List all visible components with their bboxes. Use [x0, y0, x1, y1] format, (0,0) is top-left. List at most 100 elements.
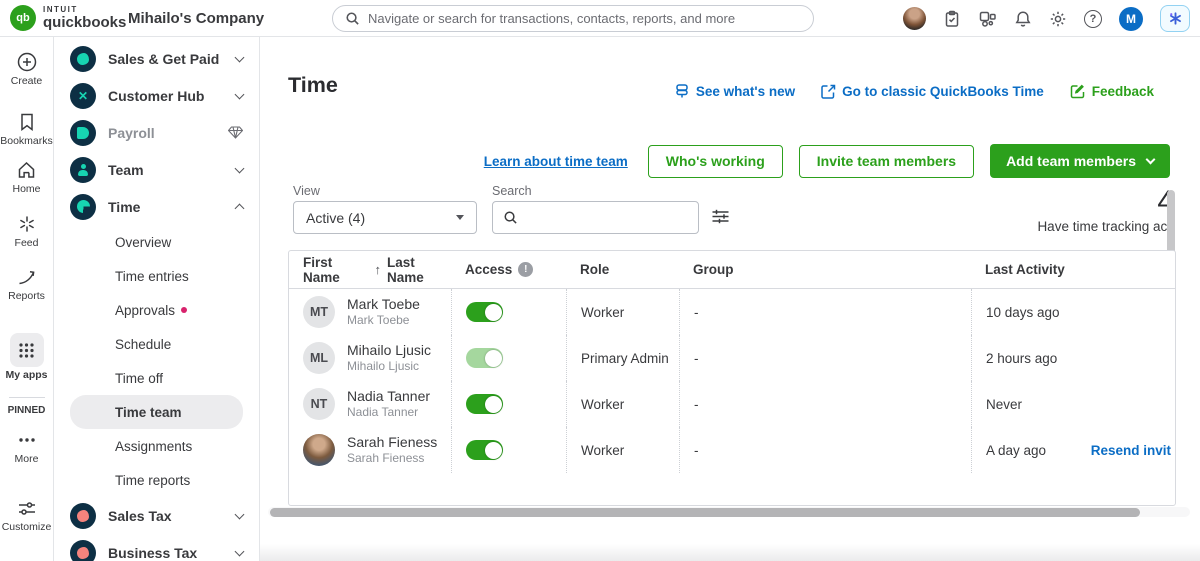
reports-chart-icon	[0, 266, 53, 288]
rail-item-create[interactable]: Create	[0, 51, 53, 87]
business-tax-icon	[70, 539, 96, 561]
go-to-classic-link[interactable]: Go to classic QuickBooks Time	[821, 84, 1044, 99]
horizontal-scrollbar-thumb[interactable]	[270, 507, 1140, 517]
sidebar-item-assignments[interactable]: Assignments	[54, 429, 259, 463]
horizontal-scrollbar-track[interactable]	[268, 507, 1190, 517]
member-subtitle: Nadia Tanner	[347, 405, 419, 420]
whats-new-icon	[674, 83, 690, 99]
sidebar-item-time-reports[interactable]: Time reports	[54, 463, 259, 497]
feedback-link[interactable]: Feedback	[1070, 83, 1154, 99]
more-dots-icon	[0, 429, 53, 451]
sidebar-item-time-off[interactable]: Time off	[54, 361, 259, 395]
global-search[interactable]	[332, 5, 814, 32]
sidebar-item-time[interactable]: Time	[54, 188, 259, 225]
sidebar-item-payroll[interactable]: Payroll	[54, 114, 259, 151]
sidebar-item-customer-hub[interactable]: ✕ Customer Hub	[54, 77, 259, 114]
table-search-input[interactable]	[526, 210, 688, 225]
feedback-pencil-icon	[1070, 83, 1086, 99]
premium-diamond-icon	[228, 126, 243, 139]
sidebar-item-overview[interactable]: Overview	[54, 225, 259, 259]
header-group: Group	[693, 262, 734, 277]
member-role: Worker	[566, 427, 679, 473]
sort-ascending-icon: ↑	[374, 262, 381, 277]
brand-intuit: INTUIT	[43, 5, 78, 14]
rail-item-bookmarks[interactable]: Bookmarks	[0, 111, 53, 147]
rail-item-customize[interactable]: Customize	[0, 497, 53, 533]
view-dropdown[interactable]: Active (4)	[293, 201, 477, 234]
account-avatar[interactable]: M	[1119, 6, 1143, 31]
quickbooks-logo[interactable]: qb INTUIT quickbooks	[10, 5, 126, 31]
sales-get-paid-icon	[70, 45, 96, 72]
resend-invite-link[interactable]: Resend invit	[1091, 443, 1171, 458]
access-toggle[interactable]	[466, 302, 503, 322]
top-bar: qb INTUIT quickbooks Mihailo's Company N…	[0, 0, 1200, 37]
member-name: Nadia Tanner	[347, 387, 431, 404]
table-row: NT Nadia Tanner Nadia Tanner Worker - Ne…	[289, 381, 1175, 427]
help-icon[interactable]: ?	[1084, 9, 1102, 28]
access-toggle[interactable]	[466, 348, 503, 368]
member-group: -	[679, 427, 971, 473]
settings-gear-icon[interactable]	[1049, 10, 1067, 28]
sidebar-item-time-entries[interactable]: Time entries	[54, 259, 259, 293]
last-activity: Never	[986, 396, 1023, 412]
chevron-up-icon	[234, 203, 245, 214]
dropdown-caret-icon	[456, 215, 464, 220]
rail-item-more[interactable]: More	[0, 429, 53, 465]
create-plus-icon	[0, 51, 53, 73]
learn-about-time-team-link[interactable]: Learn about time team	[484, 154, 628, 169]
filter-settings-icon[interactable]	[711, 208, 730, 225]
qb-logo-icon: qb	[10, 5, 36, 31]
apps-icon[interactable]	[978, 10, 997, 28]
sidebar-item-sales-tax[interactable]: Sales Tax	[54, 497, 259, 534]
table-row: ML Mihailo Ljusic Mihailo Ljusic Primary…	[289, 335, 1175, 381]
member-subtitle: Sarah Fieness	[347, 451, 425, 466]
global-search-input[interactable]	[368, 11, 801, 26]
member-group: -	[679, 335, 971, 381]
sidebar-item-time-team[interactable]: Time team	[70, 395, 243, 429]
my-apps-grid-icon	[9, 333, 44, 367]
last-activity: 10 days ago	[986, 304, 1060, 320]
user-avatar-photo[interactable]	[903, 7, 926, 30]
member-name: Mihailo Ljusic	[347, 341, 432, 358]
bottom-fade	[260, 544, 1200, 561]
sidebar-item-schedule[interactable]: Schedule	[54, 327, 259, 361]
view-label: View	[293, 184, 320, 198]
icon-rail: Create Bookmarks Home Feed Reports My ap…	[0, 37, 54, 561]
sidebar-item-approvals[interactable]: Approvals	[54, 293, 259, 327]
member-role: Worker	[566, 289, 679, 335]
table-row: MT Mark Toebe Mark Toebe Worker - 10 day…	[289, 289, 1175, 335]
access-toggle[interactable]	[466, 440, 503, 460]
rail-item-feed[interactable]: Feed	[0, 213, 53, 249]
intuit-assist-button[interactable]	[1160, 5, 1190, 32]
invite-team-members-button[interactable]: Invite team members	[798, 144, 975, 178]
payroll-icon	[70, 119, 96, 146]
whos-working-button[interactable]: Who's working	[647, 144, 783, 178]
tasks-clipboard-icon[interactable]	[943, 10, 961, 28]
rail-item-home[interactable]: Home	[0, 159, 53, 195]
notifications-bell-icon[interactable]	[1014, 10, 1032, 28]
customer-hub-icon: ✕	[70, 82, 96, 109]
sidebar-item-team[interactable]: Team	[54, 151, 259, 188]
table-row: Sarah Fieness Sarah Fieness Worker - A d…	[289, 427, 1175, 473]
access-toggle[interactable]	[466, 394, 503, 414]
see-whats-new-link[interactable]: See what's new	[674, 83, 795, 99]
header-name[interactable]: First Name ↑ Last Name	[289, 251, 451, 288]
member-subtitle: Mihailo Ljusic	[347, 359, 420, 374]
add-team-members-button[interactable]: Add team members	[990, 144, 1170, 178]
customize-sliders-icon	[0, 497, 53, 519]
sidebar-item-sales-get-paid[interactable]: Sales & Get Paid	[54, 40, 259, 77]
sales-tax-icon	[70, 502, 96, 529]
time-clock-icon	[70, 193, 96, 220]
info-icon[interactable]: !	[518, 262, 534, 277]
avatar-photo	[303, 434, 335, 466]
last-activity: 2 hours ago	[986, 350, 1058, 366]
sidebar-item-business-tax[interactable]: Business Tax	[54, 534, 259, 561]
header-last-activity: Last Activity	[985, 262, 1065, 277]
team-icon	[70, 156, 96, 183]
table-search[interactable]	[492, 201, 699, 234]
rail-item-my-apps[interactable]: My apps	[0, 333, 53, 381]
member-role: Worker	[566, 381, 679, 427]
last-activity: A day ago	[986, 442, 1047, 458]
pinned-label: PINNED	[7, 405, 46, 416]
rail-item-reports[interactable]: Reports	[0, 266, 53, 302]
